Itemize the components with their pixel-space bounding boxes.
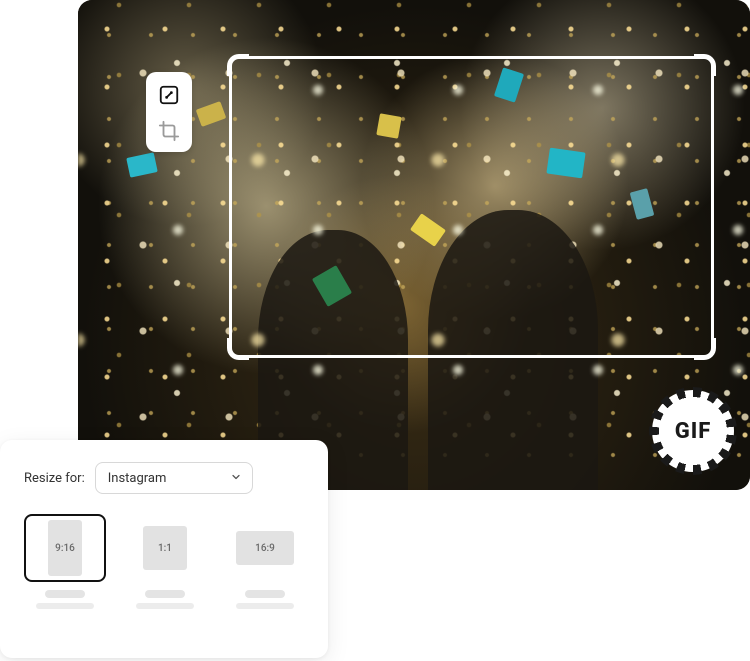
gif-badge-label: GIF — [675, 419, 712, 444]
crop-handle-tl[interactable] — [227, 54, 249, 76]
aspect-ratio-1-1[interactable]: 1:1 — [124, 514, 206, 609]
crop-handle-bl[interactable] — [227, 338, 249, 360]
ratio-label: 1:1 — [158, 543, 172, 554]
dropdown-value: Instagram — [108, 471, 167, 486]
gif-badge: GIF — [652, 390, 734, 472]
crop-frame[interactable] — [229, 56, 714, 358]
resize-tool-button[interactable] — [154, 80, 184, 110]
aspect-ratio-9-16[interactable]: 9:16 — [24, 514, 106, 609]
ratio-label: 16:9 — [255, 543, 275, 554]
ratio-caption-placeholder — [136, 590, 194, 609]
crop-handle-tr[interactable] — [694, 54, 716, 76]
tool-panel — [146, 72, 192, 152]
resize-icon — [158, 84, 180, 106]
resize-platform-dropdown[interactable]: Instagram — [95, 462, 253, 494]
chevron-down-icon — [230, 471, 242, 486]
crop-tool-button[interactable] — [154, 116, 184, 146]
ratio-label: 9:16 — [55, 543, 75, 554]
crop-icon — [158, 120, 180, 142]
aspect-ratio-16-9[interactable]: 16:9 — [224, 514, 306, 609]
aspect-ratio-list: 9:16 1:1 16:9 — [24, 514, 304, 609]
resize-for-label: Resize for: — [24, 471, 85, 486]
resize-panel: Resize for: Instagram 9:16 1:1 — [0, 440, 328, 658]
ratio-caption-placeholder — [36, 590, 94, 609]
ratio-caption-placeholder — [236, 590, 294, 609]
